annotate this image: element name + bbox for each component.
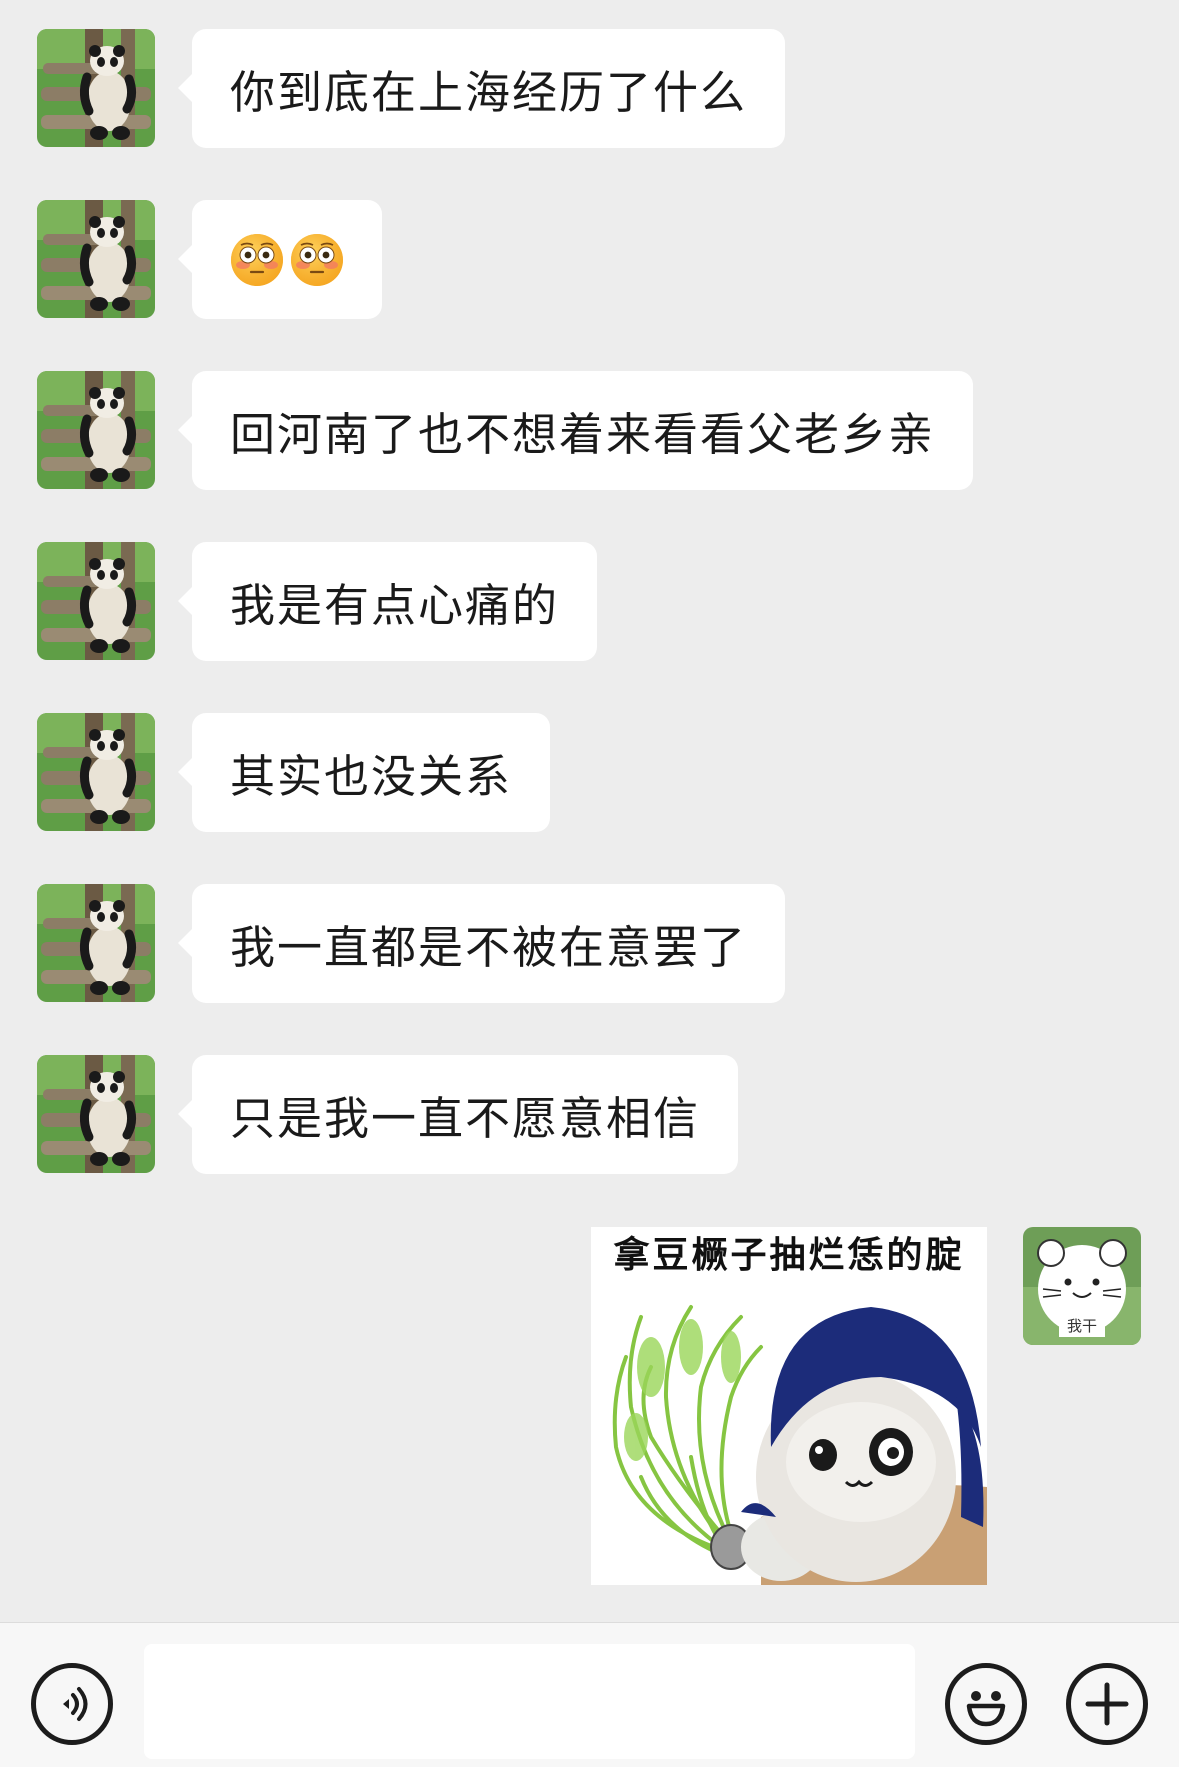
message-bubble[interactable]: 只是我一直不愿意相信 (177, 1055, 739, 1174)
more-button[interactable] (1066, 1663, 1148, 1745)
input-bar (0, 1622, 1179, 1767)
my-avatar[interactable]: 我干 (1023, 1227, 1141, 1345)
contact-avatar[interactable] (37, 200, 155, 318)
contact-avatar[interactable] (37, 1055, 155, 1173)
message-input[interactable] (144, 1644, 915, 1759)
message-row (0, 200, 1179, 319)
message-bubble[interactable]: 其实也没关系 (177, 713, 551, 832)
chat-message-list[interactable]: 你到底在上海经历了什么 回河南了也不想着来看看父老乡亲 我是有点心痛的 其实也没… (0, 0, 1179, 1622)
message-text: 我一直都是不被在意罢了 (230, 921, 748, 974)
message-bubble[interactable]: 你到底在上海经历了什么 (177, 29, 786, 148)
emoji-icon (966, 1691, 1006, 1727)
message-text: 你到底在上海经历了什么 (230, 66, 748, 119)
message-bubble[interactable] (178, 200, 382, 319)
message-text: 其实也没关系 (230, 750, 513, 803)
message-row: 其实也没关系 (0, 713, 1179, 832)
sticker-caption: 拿豆橛子抽烂恁的腚 (613, 1235, 965, 1276)
message-row: 回河南了也不想着来看看父老乡亲 (0, 371, 1179, 490)
contact-avatar[interactable] (37, 371, 155, 489)
contact-avatar[interactable] (37, 542, 155, 660)
sticker-message[interactable]: 拿豆橛子抽烂恁的腚 (591, 1227, 987, 1585)
message-row: 只是我一直不愿意相信 (0, 1055, 1179, 1174)
message-bubble[interactable]: 我一直都是不被在意罢了 (177, 884, 786, 1003)
contact-avatar[interactable] (37, 29, 155, 147)
sticker-image (591, 1277, 987, 1585)
message-row: 我一直都是不被在意罢了 (0, 884, 1179, 1003)
contact-avatar[interactable] (37, 713, 155, 831)
message-row: 我是有点心痛的 (0, 542, 1179, 661)
voice-icon (63, 1687, 88, 1721)
avatar-caption: 我干 (1067, 1317, 1097, 1335)
message-text: 只是我一直不愿意相信 (230, 1092, 701, 1145)
message-row: 你到底在上海经历了什么 (0, 29, 1179, 148)
message-bubble[interactable]: 回河南了也不想着来看看父老乡亲 (177, 371, 974, 490)
flushed-face-emoji (290, 232, 344, 287)
message-text: 回河南了也不想着来看看父老乡亲 (230, 408, 936, 461)
contact-avatar[interactable] (37, 884, 155, 1002)
message-text: 我是有点心痛的 (230, 579, 560, 632)
plus-icon (1085, 1682, 1129, 1726)
flushed-face-emoji (230, 232, 284, 287)
emoji-button[interactable] (945, 1663, 1027, 1745)
voice-button[interactable] (31, 1663, 113, 1745)
message-bubble[interactable]: 我是有点心痛的 (177, 542, 598, 661)
